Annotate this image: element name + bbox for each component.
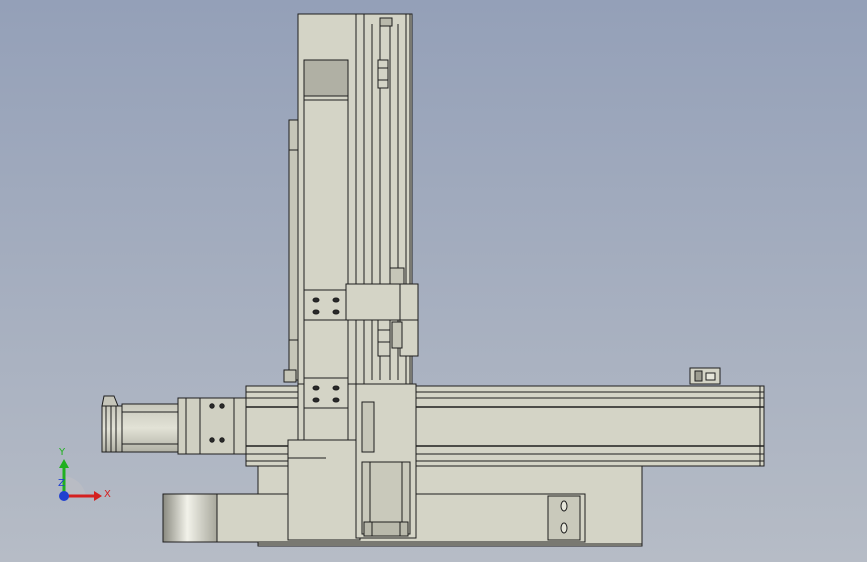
z-axis-icon <box>59 491 69 501</box>
column-window <box>303 59 349 97</box>
z-axis-label: Z <box>58 478 65 489</box>
end-cap-cylinder <box>162 493 218 543</box>
y-axis-label: Y <box>58 447 66 458</box>
cad-viewport[interactable]: X Y Z <box>0 0 867 562</box>
x-axis-label: X <box>104 489 111 500</box>
servo-motor <box>101 395 247 455</box>
